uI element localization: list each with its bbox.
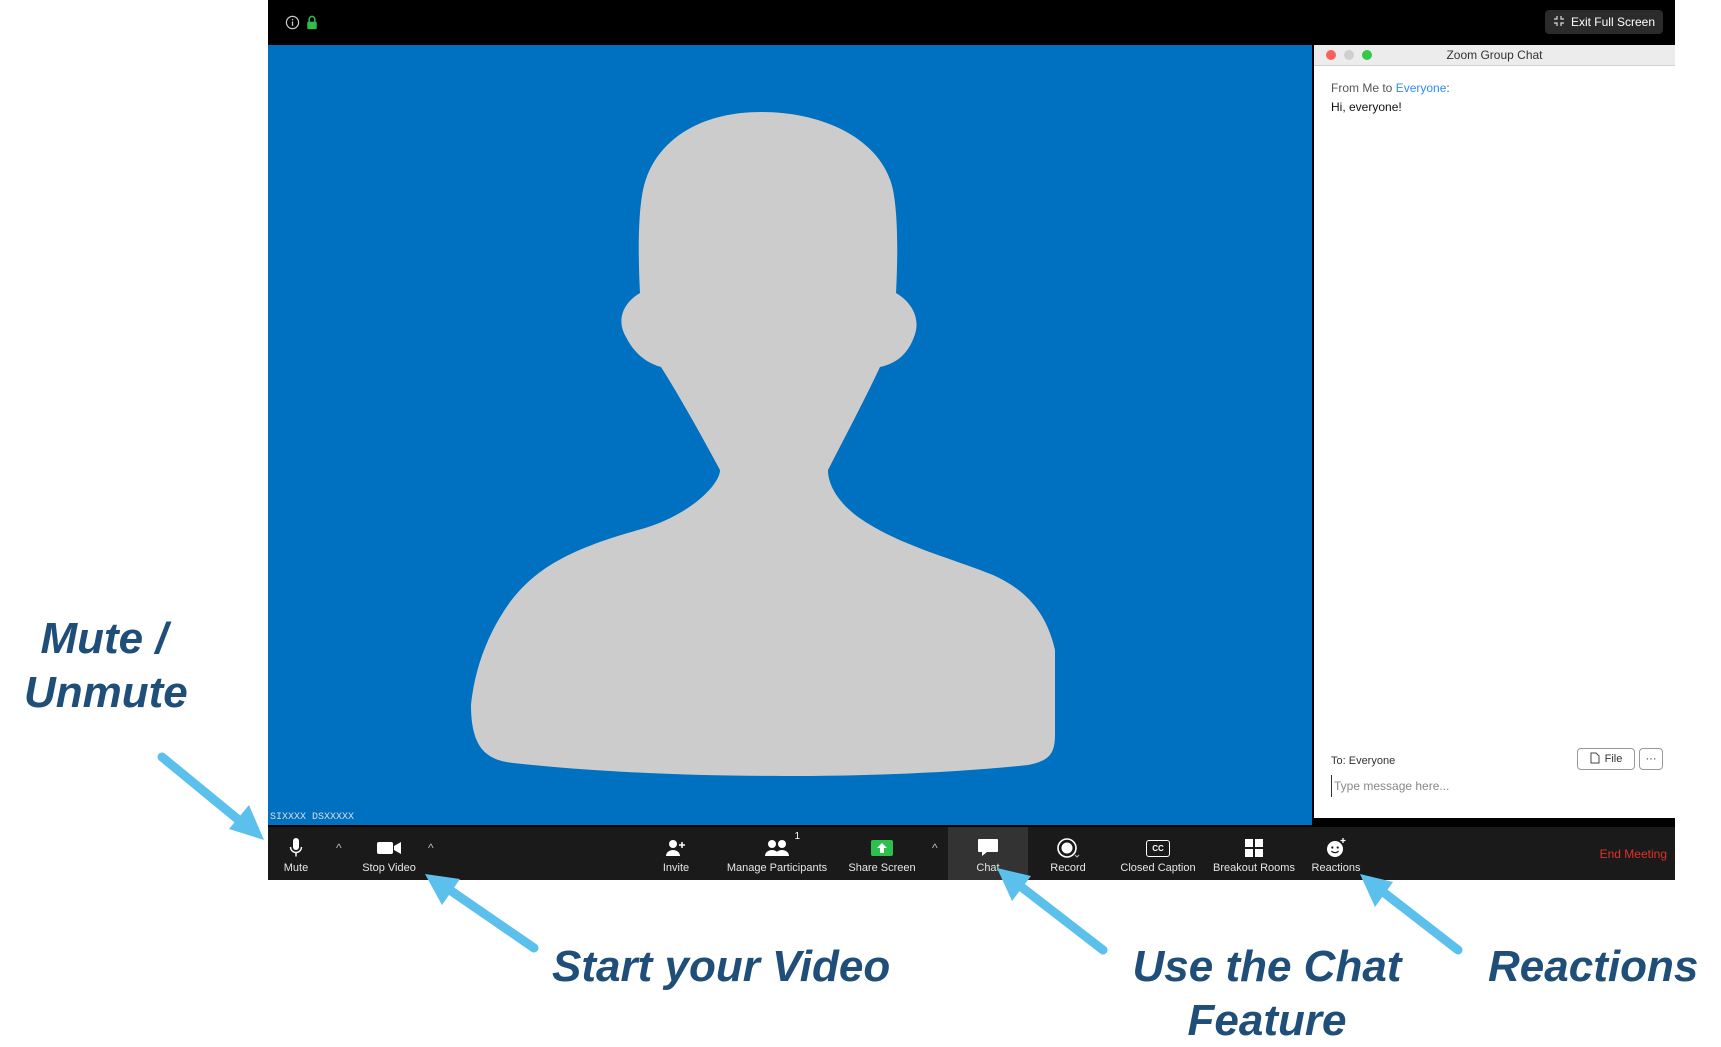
zoom-window: Exit Full Screen SIXXXX DSXXXXX Zoom Gro… <box>268 0 1675 880</box>
chat-message-input[interactable] <box>1331 775 1654 797</box>
video-annotation: Start your Video <box>552 942 891 991</box>
message-recipient[interactable]: Everyone <box>1396 81 1447 95</box>
mute-annotation-line2: Unmute <box>24 667 188 717</box>
breakout-rooms-icon <box>1244 835 1264 861</box>
file-button[interactable]: File <box>1577 748 1635 770</box>
message-sender-prefix: From Me to <box>1331 81 1396 95</box>
closed-caption-icon: CC <box>1146 835 1170 861</box>
video-arrow-shaft <box>439 881 539 953</box>
exit-full-screen-icon <box>1553 15 1565 30</box>
file-button-label: File <box>1604 753 1623 765</box>
exit-full-screen-button[interactable]: Exit Full Screen <box>1544 10 1663 34</box>
exit-full-screen-label: Exit Full Screen <box>1570 15 1655 29</box>
video-camera-icon <box>376 835 402 861</box>
record-button[interactable]: Record <box>1048 827 1088 880</box>
mute-arrow-shaft <box>157 752 251 831</box>
mute-arrow-head <box>229 805 264 840</box>
microphone-icon <box>289 835 303 861</box>
chat-panel: Zoom Group Chat From Me to Everyone: Hi,… <box>1314 45 1675 818</box>
participant-count: 1 <box>794 831 800 842</box>
participants-icon: 1 <box>764 831 800 861</box>
breakout-rooms-button[interactable]: Breakout Rooms <box>1208 827 1300 880</box>
stop-video-label: Stop Video <box>362 862 416 874</box>
record-label: Record <box>1050 862 1086 874</box>
reactions-annotation: Reactions <box>1488 942 1699 991</box>
mute-annotation: Mute / Unmute <box>24 612 188 719</box>
chat-bubble-icon <box>977 835 999 861</box>
invite-label: Invite <box>662 862 690 874</box>
invite-button[interactable]: Invite <box>660 827 692 880</box>
mute-button[interactable]: Mute <box>278 827 314 880</box>
share-screen-label: Share Screen <box>848 862 916 874</box>
stop-video-button[interactable]: Stop Video <box>356 827 422 880</box>
chat-title: Zoom Group Chat <box>1446 48 1543 62</box>
end-meeting-button[interactable]: End Meeting <box>1600 847 1667 861</box>
message-sender-suffix: : <box>1446 81 1450 95</box>
participant-name-tag: SIXXXX DSXXXXX <box>270 812 355 823</box>
top-bar: Exit Full Screen <box>268 0 1675 45</box>
chat-annotation: Use the Chat Feature <box>1122 940 1412 1047</box>
audio-options-caret-icon[interactable]: ^ <box>336 841 342 855</box>
chat-title-bar: Zoom Group Chat <box>1314 45 1675 66</box>
meeting-toolbar: Mute ^ Stop Video ^ Invite 1 Manage Part… <box>268 827 1675 880</box>
add-person-icon <box>665 835 687 861</box>
share-options-caret-icon[interactable]: ^ <box>932 841 938 855</box>
share-screen-icon <box>870 835 894 861</box>
more-options-button[interactable]: ··· <box>1639 748 1663 770</box>
video-options-caret-icon[interactable]: ^ <box>428 841 434 855</box>
lock-icon[interactable] <box>304 14 320 30</box>
chat-label: Chat <box>976 862 1000 874</box>
chat-annotation-line2: Feature <box>1187 995 1347 1045</box>
chat-arrow-shaft <box>1010 877 1108 955</box>
cc-badge: CC <box>1146 839 1170 857</box>
reactions-button[interactable]: Reactions <box>1308 827 1364 880</box>
chat-button[interactable]: Chat <box>948 827 1028 880</box>
manage-participants-button[interactable]: 1 Manage Participants <box>722 827 832 880</box>
message-sender: From Me to Everyone: <box>1331 81 1450 95</box>
video-area: SIXXXX DSXXXXX <box>268 45 1312 825</box>
info-icon[interactable] <box>284 14 300 30</box>
reactions-label: Reactions <box>1311 862 1361 874</box>
mute-label: Mute <box>283 862 309 874</box>
mute-annotation-line1: Mute / <box>40 614 168 663</box>
smiley-icon <box>1325 835 1347 861</box>
closed-caption-label: Closed Caption <box>1120 862 1196 874</box>
record-icon <box>1056 835 1080 861</box>
file-icon <box>1590 752 1600 767</box>
share-screen-button[interactable]: Share Screen <box>846 827 918 880</box>
participant-silhouette <box>471 112 1055 777</box>
closed-caption-button[interactable]: CC Closed Caption <box>1116 827 1200 880</box>
chat-message: Hi, everyone! <box>1331 100 1402 114</box>
manage-participants-label: Manage Participants <box>726 862 828 874</box>
chat-annotation-line1: Use the Chat <box>1132 942 1402 991</box>
recipient-selector[interactable]: To: Everyone <box>1331 755 1395 767</box>
breakout-rooms-label: Breakout Rooms <box>1213 862 1295 874</box>
